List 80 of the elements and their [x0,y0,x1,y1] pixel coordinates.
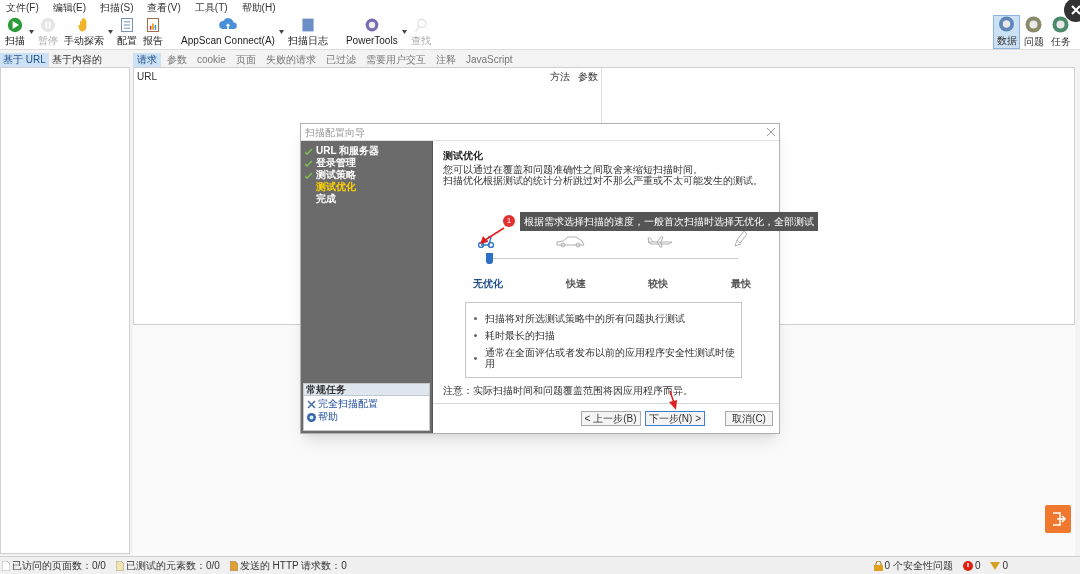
menu-item[interactable]: 文件(F) [6,0,39,15]
tab[interactable]: 基于内容的 [48,53,105,67]
bullet-icon [474,356,477,360]
bullet-text: 耗时最长的扫描 [485,330,555,341]
bullet-text: 扫描将对所选测试策略中的所有问题执行测试 [485,313,685,324]
tools-icon [307,399,316,409]
view-button[interactable]: 问题 [1020,15,1047,49]
close-icon [767,128,775,136]
tab[interactable]: 基于 URL [0,53,49,67]
dialog-button[interactable]: 下一步(N) > [644,411,705,426]
caret-icon [29,30,34,34]
warning-icon [990,560,1001,571]
speed-option[interactable]: 无优化 [473,276,503,291]
bullet-icon [474,317,477,320]
request-icon [229,560,238,571]
caret-icon [401,30,407,34]
menu-item[interactable]: 编辑(E) [52,0,87,15]
toolbar-button[interactable]: AppScan Connect(A) [178,15,278,49]
tab[interactable]: 已过滤 [321,53,360,67]
wizard-step[interactable]: URL 和服务器 [316,145,380,157]
speed-option[interactable]: 最快 [730,276,751,291]
tooltip: 根据需求选择扫描的速度，一般首次扫描时选择无优化，全部测试 [520,212,818,231]
toolbar-button[interactable]: 扫描 [2,15,28,49]
status-text: 0 [1002,559,1008,573]
menu-item[interactable]: 工具(T) [194,0,228,15]
speed-option[interactable]: 快速 [565,276,586,291]
exit-icon [1045,505,1071,533]
wizard-step[interactable]: 完成 [316,193,336,205]
task-link[interactable]: 帮助 [318,411,338,423]
toolbar-button[interactable]: 手动探索 [61,15,107,49]
wizard-step[interactable]: 测试策略 [316,169,356,181]
status-text: 0 个安全性问题 [884,559,953,573]
caret-icon [108,30,113,34]
tab[interactable]: cookie [193,53,230,67]
page-icon [2,560,10,571]
toolbar-button[interactable]: 报告 [140,15,166,49]
tab[interactable]: 注释 [431,53,460,67]
tab[interactable]: 需要用户交互 [361,53,430,67]
menu-item[interactable]: 查看(V) [147,0,181,15]
tab[interactable]: JavaScript [461,53,517,67]
step-badge: 1 [503,215,515,227]
tab[interactable]: 参数 [163,53,191,67]
menu-item[interactable]: 帮助(H) [241,0,276,15]
caret-icon [278,30,284,34]
speed-option[interactable]: 较快 [648,276,669,291]
column-header: 参数 [578,70,598,84]
task-link[interactable]: 完全扫描配置 [318,398,378,410]
annotation-arrow-icon [479,227,505,245]
slider-thumb[interactable] [486,253,493,264]
status-text: 发送的 HTTP 请求数：0 [239,559,347,573]
description-text: 扫描优化根据测试的统计分析跳过对不那么严重或不太可能发生的测试。 [443,175,764,186]
description-text: 您可以通过在覆盖和问题准确性之间取舍来缩短扫描时间。 [443,164,704,175]
help-icon [307,412,316,422]
view-button[interactable]: 数据 [993,15,1020,49]
pause-icon [38,17,58,33]
tab[interactable]: 页面 [231,53,260,67]
toolbar-button[interactable]: 配置 [114,15,140,49]
error-icon [962,560,973,571]
status-text: 已测试的元素数：0/0 [125,559,220,573]
section-heading: 测试优化 [443,150,484,162]
menu-item[interactable]: 扫描(S) [100,0,134,15]
panel-header: 常规任务 [304,384,429,396]
note-text: 注意：实际扫描时间和问题覆盖范围将因应用程序而异。 [443,384,694,398]
tab[interactable]: 失败的请求 [261,53,320,67]
tab[interactable]: 请求 [133,53,161,67]
wizard-step[interactable]: 登录管理 [316,157,356,169]
wizard-step[interactable]: 测试优化 [316,181,356,193]
toolbar-button[interactable]: 扫描日志 [284,15,331,49]
column-header: URL [137,70,157,84]
view-button[interactable]: 任务 [1047,15,1074,49]
dialog-button[interactable]: 取消(C) [725,411,773,426]
document-icon [115,560,124,571]
status-text: 0 [974,559,981,573]
column-header: 方法 [550,70,570,84]
bullet-text: 通常在全面评估或者发布以前的应用程序安全性测试时使用 [484,347,736,369]
toolbar-button[interactable]: PowerTools [342,15,401,49]
bullet-icon [474,334,477,337]
dialog-button[interactable]: < 上一步(B) [580,411,641,426]
dialog-title: 扫描配置向导 [305,125,365,140]
status-text: 已访问的页面数：0/0 [12,559,106,573]
